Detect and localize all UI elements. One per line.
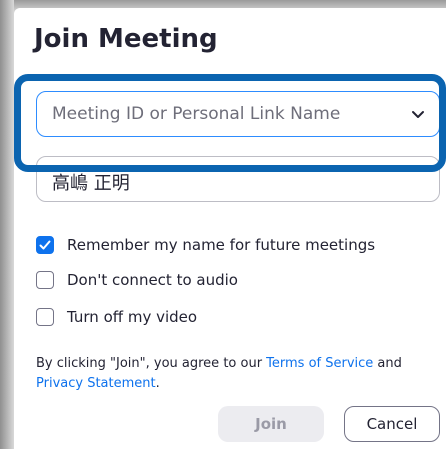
no-audio-option[interactable]: Don't connect to audio [36, 269, 238, 291]
window-shadow-left [0, 0, 14, 449]
display-name-input[interactable]: 高嶋 正明 [36, 156, 440, 202]
privacy-statement-link[interactable]: Privacy Statement [36, 376, 156, 391]
no-audio-checkbox[interactable] [36, 271, 54, 289]
terms-of-service-link[interactable]: Terms of Service [266, 356, 373, 371]
display-name-value: 高嶋 正明 [52, 173, 130, 194]
meeting-id-input[interactable]: Meeting ID or Personal Link Name [36, 91, 440, 137]
dialog-title: Join Meeting [34, 24, 218, 54]
remember-name-label: Remember my name for future meetings [67, 236, 376, 254]
video-off-option[interactable]: Turn off my video [36, 306, 197, 328]
cancel-button[interactable]: Cancel [344, 406, 440, 442]
join-meeting-dialog: Join Meeting Meeting ID or Personal Link… [14, 8, 446, 449]
terms-suffix: . [155, 376, 160, 391]
remember-name-checkbox[interactable] [36, 236, 54, 254]
terms-notice: By clicking "Join", you agree to our Ter… [36, 354, 436, 394]
join-button[interactable]: Join [218, 406, 324, 442]
video-off-checkbox[interactable] [36, 308, 54, 326]
remember-name-option[interactable]: Remember my name for future meetings [36, 234, 375, 256]
video-off-label: Turn off my video [67, 308, 198, 326]
no-audio-label: Don't connect to audio [67, 271, 238, 289]
terms-prefix: By clicking "Join", you agree to our [36, 356, 267, 371]
chevron-down-icon[interactable] [411, 106, 425, 120]
meeting-id-placeholder: Meeting ID or Personal Link Name [52, 104, 341, 124]
terms-middle: and [373, 356, 402, 371]
